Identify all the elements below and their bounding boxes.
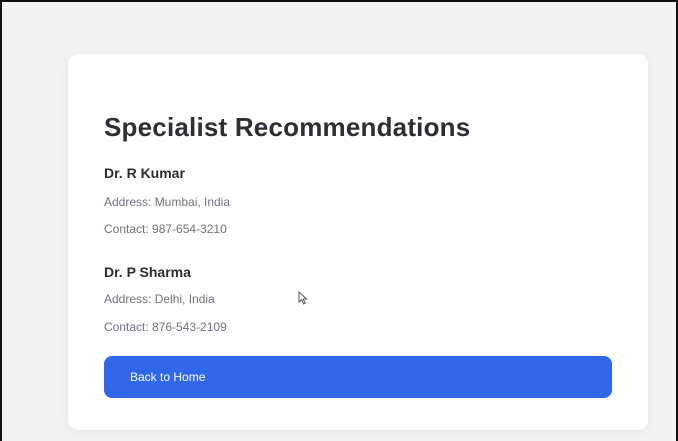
- doctor-contact-sharma: Contact: 876-543-2109: [104, 320, 227, 334]
- doctor-name-kumar: Dr. R Kumar: [104, 165, 185, 181]
- doctor-contact-kumar: Contact: 987-654-3210: [104, 222, 227, 236]
- back-to-home-button[interactable]: Back to Home: [104, 356, 612, 398]
- page-title: Specialist Recommendations: [104, 112, 471, 142]
- browser-viewport: Specialist Recommendations Dr. R Kumar A…: [0, 0, 678, 441]
- doctor-name-sharma: Dr. P Sharma: [104, 264, 191, 280]
- doctor-address-kumar: Address: Mumbai, India: [104, 195, 231, 209]
- recommendations-card: Specialist Recommendations Dr. R Kumar A…: [68, 54, 648, 430]
- doctor-address-sharma: Address: Delhi, India: [104, 292, 215, 306]
- mouse-pointer-icon: [298, 291, 308, 305]
